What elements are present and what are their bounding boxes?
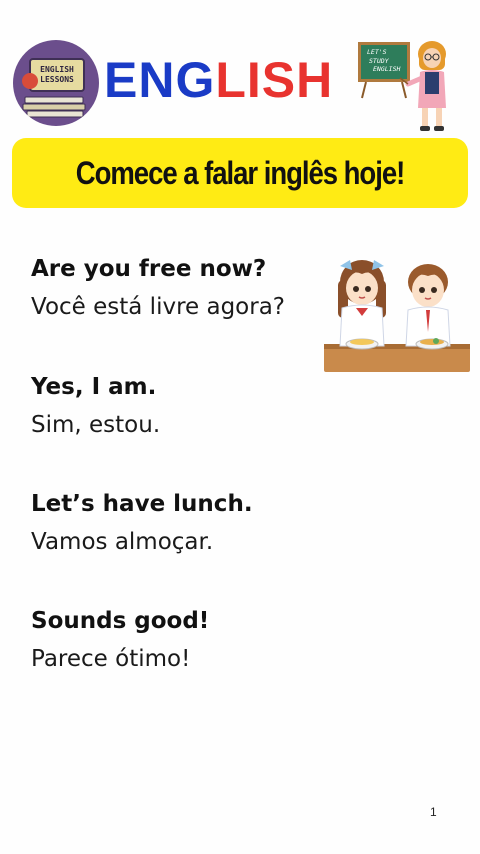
title-part-red: LISH <box>215 52 334 108</box>
headline-banner: Comece a falar inglês hoje! <box>12 138 468 208</box>
dialogue-portuguese-2: Sim, estou. <box>31 412 161 438</box>
books-icon <box>22 96 86 118</box>
page: ENGLISH LESSONS ENGLISH LET'S STUDY ENGL… <box>0 0 480 854</box>
banner-text: Comece a falar inglês hoje! <box>75 154 406 191</box>
teacher-illustration: LET'S STUDY ENGLISH <box>356 38 456 134</box>
badge-line1: ENGLISH <box>40 65 74 74</box>
dialogue-english-2: Yes, I am. <box>31 374 157 400</box>
badge-card: ENGLISH LESSONS <box>29 58 85 92</box>
english-lessons-badge: ENGLISH LESSONS <box>13 40 99 126</box>
dialogue-portuguese-1: Você está livre agora? <box>31 294 286 320</box>
dialogue-portuguese-3: Vamos almoçar. <box>31 529 214 555</box>
badge-line2: LESSONS <box>40 75 74 84</box>
english-title: ENGLISH <box>104 52 333 108</box>
teacher-figure-icon <box>361 41 446 131</box>
title-part-blue: ENG <box>104 52 216 108</box>
students-lunch-illustration <box>324 260 470 372</box>
dialogue-portuguese-4: Parece ótimo! <box>31 646 191 672</box>
dialogue-english-1: Are you free now? <box>31 256 267 282</box>
apple-icon <box>22 73 38 89</box>
dialogue-english-3: Let’s have lunch. <box>31 491 253 517</box>
page-number: 1 <box>430 805 437 819</box>
dialogue-english-4: Sounds good! <box>31 608 210 634</box>
